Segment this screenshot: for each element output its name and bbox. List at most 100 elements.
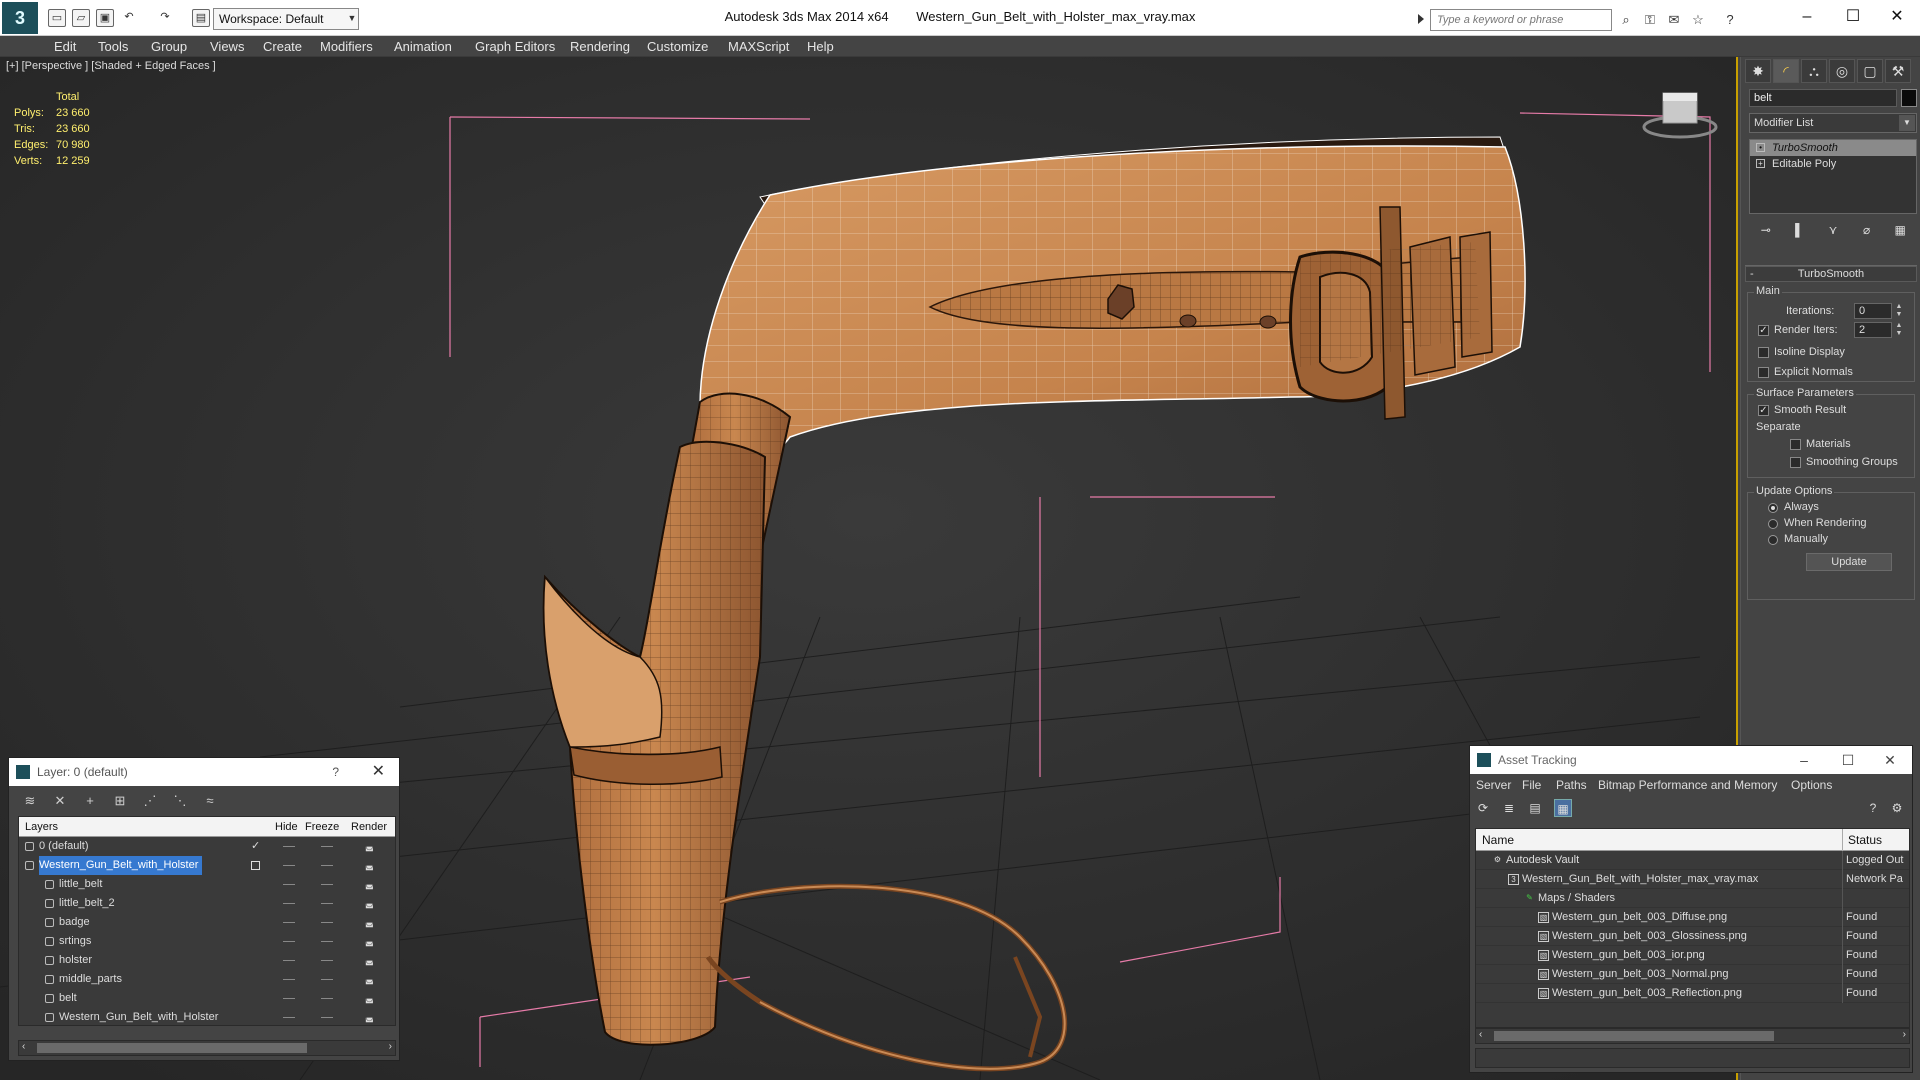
layer-row[interactable]: belt ◛	[19, 989, 395, 1008]
menu-tools[interactable]: Tools	[98, 39, 128, 54]
active-layer-check-icon[interactable]: ✓	[251, 837, 260, 856]
layer-row[interactable]: Western_Gun_Belt_with_Holster ◛	[19, 1008, 395, 1027]
scroll-right-icon[interactable]: ›	[389, 1041, 392, 1052]
menu-paths[interactable]: Paths	[1556, 778, 1587, 792]
horizontal-scrollbar[interactable]: ‹ ›	[1475, 1028, 1910, 1044]
help-icon[interactable]: ?	[1864, 799, 1882, 817]
freeze-toggle[interactable]	[321, 1017, 333, 1018]
update-button[interactable]: Update	[1806, 553, 1892, 571]
layer-name[interactable]: badge	[59, 913, 94, 932]
menu-group[interactable]: Group	[151, 39, 187, 54]
modifier-list-dropdown[interactable]: Modifier List ▼	[1749, 113, 1917, 133]
freeze-toggle[interactable]	[321, 960, 333, 961]
scroll-left-icon[interactable]: ‹	[22, 1041, 25, 1052]
layer-name[interactable]: srtings	[59, 932, 95, 951]
layer-row[interactable]: Western_Gun_Belt_with_Holster ◛	[19, 856, 395, 875]
communication-icon[interactable]: ✉	[1664, 10, 1684, 30]
hide-toggle[interactable]	[283, 865, 295, 866]
object-name-field[interactable]: belt	[1749, 89, 1897, 107]
close-button[interactable]: ✕	[1874, 2, 1920, 32]
smoothing-groups-checkbox[interactable]	[1790, 457, 1801, 468]
minimize-button[interactable]: –	[1784, 746, 1824, 774]
when-rendering-radio[interactable]	[1768, 519, 1778, 529]
menu-options[interactable]: Options	[1791, 778, 1832, 792]
menu-bitmap-performance[interactable]: Bitmap Performance and Memory	[1598, 778, 1777, 792]
layer-name[interactable]: holster	[59, 951, 96, 970]
help-icon[interactable]: ?	[1720, 10, 1740, 30]
scrollbar-thumb[interactable]	[37, 1043, 307, 1053]
hide-toggle[interactable]	[283, 884, 295, 885]
column-divider[interactable]	[1842, 829, 1843, 851]
layer-name[interactable]: little_belt_2	[59, 894, 119, 913]
menu-create[interactable]: Create	[263, 39, 302, 54]
column-render[interactable]: Render	[351, 817, 387, 837]
scroll-right-icon[interactable]: ›	[1903, 1029, 1906, 1040]
object-color-swatch[interactable]	[1901, 89, 1917, 107]
asset-row[interactable]: ▧ Western_gun_belt_003_ior.png Found	[1476, 946, 1909, 965]
render-teapot-icon[interactable]: ◛	[365, 842, 375, 851]
render-teapot-icon[interactable]: ◛	[365, 937, 375, 946]
column-name[interactable]: Name	[1482, 829, 1514, 851]
favorites-star-icon[interactable]: ☆	[1688, 10, 1708, 30]
list-view-icon[interactable]: ≣	[1500, 799, 1518, 817]
make-unique-icon[interactable]: ⋎	[1824, 221, 1842, 239]
asset-tracking-titlebar[interactable]: Asset Tracking – ☐ ✕	[1470, 746, 1912, 774]
hide-toggle[interactable]	[283, 941, 295, 942]
freeze-toggle[interactable]	[321, 884, 333, 885]
spinner-arrows-icon[interactable]: ▲ ▼	[1894, 303, 1904, 319]
render-teapot-icon[interactable]: ◛	[365, 975, 375, 984]
menu-rendering[interactable]: Rendering	[570, 39, 630, 54]
render-iters-checkbox[interactable]: ✓	[1758, 325, 1769, 336]
freeze-toggle[interactable]	[321, 979, 333, 980]
menu-graph-editors[interactable]: Graph Editors	[475, 39, 555, 54]
render-teapot-icon[interactable]: ◛	[365, 994, 375, 1003]
hide-all-icon[interactable]: ≈	[201, 792, 219, 810]
layer-manager-icon[interactable]: ≋	[21, 792, 39, 810]
create-tab-icon[interactable]: ✸	[1745, 59, 1771, 83]
maximize-button[interactable]: ☐	[1830, 2, 1876, 32]
viewport-label[interactable]: [+] [Perspective ] [Shaded + Edged Faces…	[6, 60, 216, 72]
motion-tab-icon[interactable]: ◎	[1829, 59, 1855, 83]
save-file-icon[interactable]: ▣	[96, 9, 114, 27]
menu-views[interactable]: Views	[210, 39, 244, 54]
asset-row[interactable]: ▧ Western_gun_belt_003_Normal.png Found	[1476, 965, 1909, 984]
add-selection-icon[interactable]: ⊞	[111, 792, 129, 810]
hide-toggle[interactable]	[283, 1017, 295, 1018]
collapse-icon[interactable]: -	[1750, 267, 1754, 281]
menu-help[interactable]: Help	[807, 39, 834, 54]
detail-view-icon[interactable]: ▤	[1526, 799, 1544, 817]
configure-sets-icon[interactable]: ▦	[1891, 221, 1909, 239]
menu-modifiers[interactable]: Modifiers	[320, 39, 373, 54]
layer-name[interactable]: Western_Gun_Belt_with_Holster	[39, 856, 203, 875]
select-objects-icon[interactable]: ⋰	[141, 792, 159, 810]
settings-icon[interactable]: ⚙	[1888, 799, 1906, 817]
lightbulb-icon[interactable]: •	[1756, 143, 1765, 152]
open-file-icon[interactable]: ▱	[72, 9, 90, 27]
layer-name[interactable]: belt	[59, 989, 81, 1008]
show-end-result-icon[interactable]: ▌	[1790, 221, 1808, 239]
layer-row[interactable]: holster ◛	[19, 951, 395, 970]
close-icon[interactable]: ✕	[372, 758, 385, 786]
asset-row[interactable]: ⚙ Autodesk Vault Logged Out	[1476, 851, 1909, 870]
new-file-icon[interactable]: ▭	[48, 9, 66, 27]
explicit-normals-checkbox[interactable]	[1758, 367, 1769, 378]
menu-edit[interactable]: Edit	[54, 39, 76, 54]
freeze-toggle[interactable]	[321, 903, 333, 904]
binoculars-icon[interactable]: ⌕	[1616, 10, 1636, 30]
set-current-layer-icon[interactable]	[251, 861, 260, 870]
maximize-button[interactable]: ☐	[1828, 746, 1868, 774]
layer-row[interactable]: 0 (default) ✓ ◛	[19, 837, 395, 856]
asset-row[interactable]: ✎ Maps / Shaders	[1476, 889, 1909, 908]
display-tab-icon[interactable]: ▢	[1857, 59, 1883, 83]
layer-row[interactable]: middle_parts ◛	[19, 970, 395, 989]
stack-item-turbosmooth[interactable]: • TurboSmooth	[1750, 140, 1916, 156]
expand-plus-icon[interactable]: +	[1756, 159, 1765, 168]
scrollbar-thumb[interactable]	[1494, 1031, 1774, 1041]
render-teapot-icon[interactable]: ◛	[365, 899, 375, 908]
minimize-button[interactable]: –	[1784, 2, 1830, 32]
layer-row[interactable]: little_belt ◛	[19, 875, 395, 894]
subscription-icon[interactable]: ⚿	[1640, 10, 1660, 30]
hide-toggle[interactable]	[283, 979, 295, 980]
hide-toggle[interactable]	[283, 846, 295, 847]
menu-file[interactable]: File	[1522, 778, 1541, 792]
